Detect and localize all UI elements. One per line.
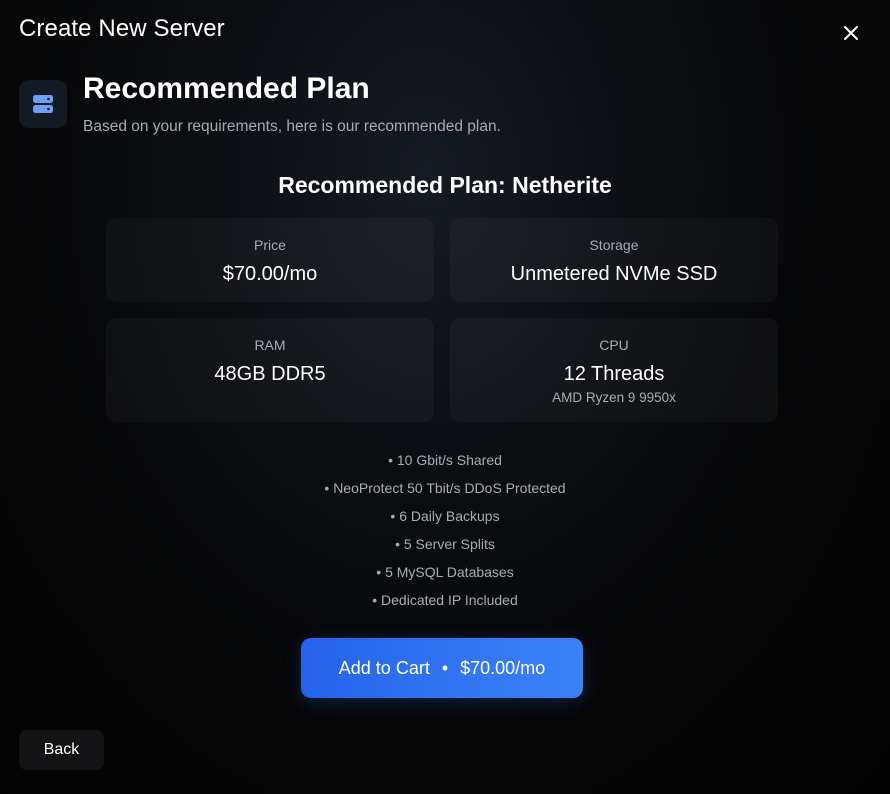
separator-dot: • (441, 657, 449, 678)
storage-value: Unmetered NVMe SSD (510, 263, 718, 285)
modal-title: Create New Server (19, 15, 225, 42)
cpu-card: CPU 12 Threads AMD Ryzen 9 9950x (450, 318, 778, 422)
ram-label: RAM (254, 337, 286, 353)
feature-item: 5 Server Splits (0, 530, 890, 558)
feature-item: 10 Gbit/s Shared (0, 446, 890, 474)
feature-item: NeoProtect 50 Tbit/s DDoS Protected (0, 474, 890, 502)
cpu-value: 12 Threads (563, 363, 665, 385)
feature-list: 10 Gbit/s Shared NeoProtect 50 Tbit/s DD… (0, 446, 890, 614)
plan-heading: Recommended Plan: Netherite (278, 172, 612, 198)
section-title: Recommended Plan (83, 72, 370, 105)
storage-card: Storage Unmetered NVMe SSD (450, 218, 778, 302)
price-value: $70.00/mo (222, 263, 318, 285)
back-button[interactable]: Back (19, 730, 104, 770)
add-to-cart-price: $70.00/mo (460, 657, 546, 678)
plan-icon-container (19, 80, 67, 128)
ram-card: RAM 48GB DDR5 (106, 318, 434, 422)
storage-label: Storage (589, 237, 639, 253)
add-to-cart-label: Add to Cart (338, 657, 430, 678)
cpu-label: CPU (599, 337, 629, 353)
feature-item: 5 MySQL Databases (0, 558, 890, 586)
server-icon (33, 95, 53, 113)
section-subtitle: Based on your requirements, here is our … (83, 118, 501, 135)
price-label: Price (254, 237, 286, 253)
feature-item: Dedicated IP Included (0, 586, 890, 614)
add-to-cart-button[interactable]: Add to Cart • $70.00/mo (301, 638, 583, 698)
feature-item: 6 Daily Backups (0, 502, 890, 530)
ram-value: 48GB DDR5 (214, 363, 326, 385)
cpu-model: AMD Ryzen 9 9950x (552, 390, 676, 405)
create-server-modal: Create New Server Recommended Plan Based… (0, 0, 890, 794)
close-icon (844, 26, 858, 40)
close-button[interactable] (838, 20, 864, 46)
price-card: Price $70.00/mo (106, 218, 434, 302)
